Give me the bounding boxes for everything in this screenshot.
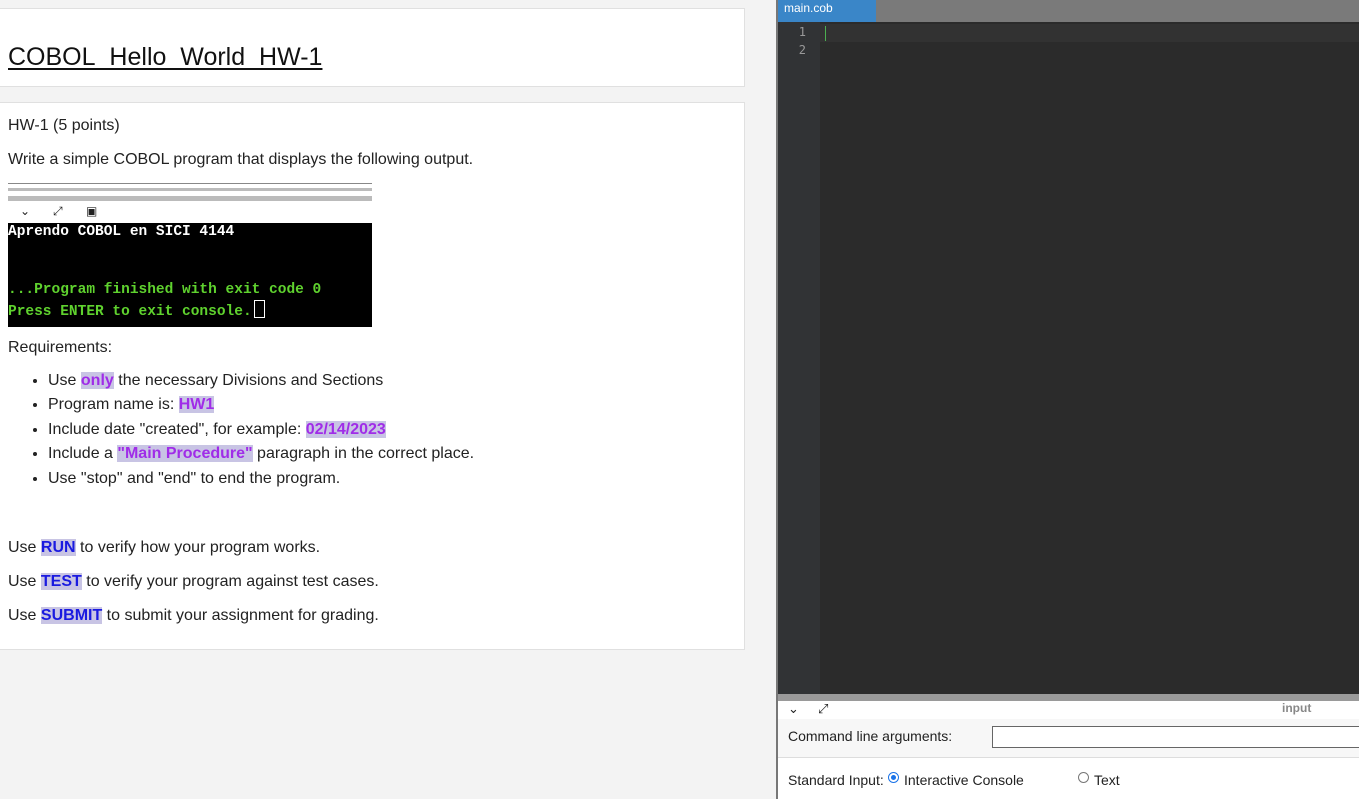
list-item: Use only the necessary Divisions and Sec… bbox=[48, 369, 474, 393]
chevron-down-icon[interactable]: ⌄ bbox=[788, 702, 799, 717]
line-number-gutter: 1 2 bbox=[778, 22, 820, 694]
assignment-heading: HW-1 (5 points) bbox=[8, 117, 120, 134]
stdin-label: Standard Input: bbox=[788, 772, 884, 788]
io-panel: ⌄ ⤢ input Command line arguments: Standa… bbox=[778, 701, 1359, 799]
option-interactive-label[interactable]: Interactive Console bbox=[904, 772, 1024, 788]
console-output-image: ⌄ ⤢ ▣ Aprendo COBOL en SICI 4144 ...Prog… bbox=[8, 183, 372, 327]
assignment-card: HW-1 (5 points) Write a simple COBOL pro… bbox=[0, 102, 745, 650]
submit-instruction: Use SUBMIT to submit your assignment for… bbox=[8, 607, 379, 624]
console-line-3: Press ENTER to exit console. bbox=[8, 300, 265, 322]
list-item: Program name is: HW1 bbox=[48, 393, 474, 417]
chevron-down-icon: ⌄ bbox=[20, 204, 31, 218]
panel-splitter[interactable] bbox=[778, 694, 1359, 701]
expand-icon: ⤢ bbox=[53, 204, 63, 218]
ide-pane: main.cob 1 2 ⌄ ⤢ input Command line argu… bbox=[778, 0, 1359, 799]
test-instruction: Use TEST to verify your program against … bbox=[8, 573, 379, 590]
run-instruction: Use RUN to verify how your program works… bbox=[8, 539, 321, 556]
code-area[interactable] bbox=[820, 22, 1359, 694]
page-title: COBOL_Hello_World_HW-1 bbox=[8, 43, 323, 71]
console-toolbar: ⌄ ⤢ ▣ bbox=[8, 183, 372, 223]
option-text-label[interactable]: Text bbox=[1094, 772, 1120, 788]
expand-icon[interactable]: ⤢ bbox=[818, 702, 828, 717]
tab-main-cob[interactable]: main.cob bbox=[778, 0, 876, 22]
console-line-2: ...Program finished with exit code 0 bbox=[8, 282, 322, 298]
line-number: 1 bbox=[798, 25, 806, 39]
radio-interactive-console[interactable] bbox=[888, 772, 899, 783]
console-line-1: Aprendo COBOL en SICI 4144 bbox=[8, 224, 235, 240]
input-tab-label[interactable]: input bbox=[1282, 701, 1311, 715]
title-card: COBOL_Hello_World_HW-1 bbox=[0, 8, 745, 87]
code-editor[interactable]: 1 2 bbox=[778, 22, 1359, 694]
active-line bbox=[820, 24, 1359, 42]
list-item: Use "stop" and "end" to end the program. bbox=[48, 467, 474, 491]
requirements-label: Requirements: bbox=[8, 339, 113, 356]
line-number: 2 bbox=[798, 43, 806, 57]
cmd-args-row: Command line arguments: bbox=[778, 719, 1359, 758]
requirements-list: Use only the necessary Divisions and Sec… bbox=[0, 369, 474, 491]
cmd-args-label: Command line arguments: bbox=[788, 728, 953, 744]
clear-icon: ▣ bbox=[86, 204, 98, 218]
assignment-intro: Write a simple COBOL program that displa… bbox=[8, 151, 474, 168]
assignment-pane: COBOL_Hello_World_HW-1 HW-1 (5 points) W… bbox=[0, 0, 776, 799]
file-tab-bar: main.cob bbox=[778, 0, 1359, 22]
list-item: Include a "Main Procedure" paragraph in … bbox=[48, 442, 474, 466]
list-item: Include date "created", for example: 02/… bbox=[48, 418, 474, 442]
cmd-args-input[interactable] bbox=[992, 726, 1359, 748]
text-caret bbox=[825, 26, 826, 41]
radio-text[interactable] bbox=[1078, 772, 1089, 783]
